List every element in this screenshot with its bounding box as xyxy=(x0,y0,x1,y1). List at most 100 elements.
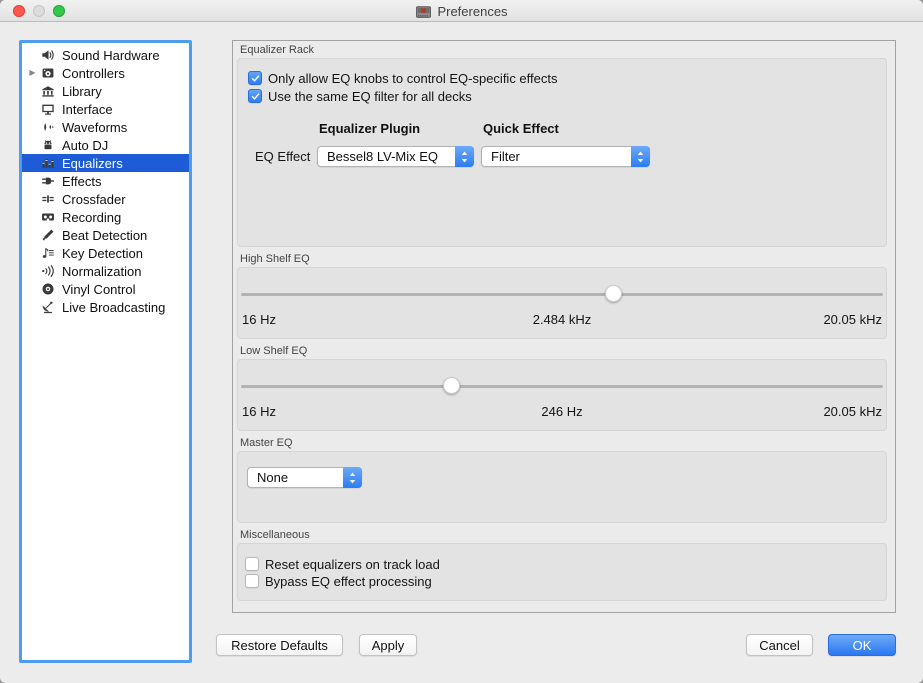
checkbox-row-reset-equalizers[interactable]: Reset equalizers on track load xyxy=(245,556,440,572)
close-button[interactable] xyxy=(13,5,25,17)
checkbox-label: Only allow EQ knobs to control EQ-specif… xyxy=(268,71,558,86)
checkbox-label: Use the same EQ filter for all decks xyxy=(268,89,472,104)
sidebar-item-beat-detection[interactable]: Beat Detection xyxy=(22,226,189,244)
equalizer-plugin-selected-value: Bessel8 LV-Mix EQ xyxy=(318,147,455,166)
sidebar-item-label: Crossfader xyxy=(62,192,126,207)
disclosure-triangle-icon[interactable]: ▶ xyxy=(25,64,40,82)
sidebar-item-interface[interactable]: Interface xyxy=(22,100,189,118)
checkbox-row-same-eq-filter[interactable]: Use the same EQ filter for all decks xyxy=(248,88,472,104)
section-title-master-eq: Master EQ xyxy=(240,437,895,449)
section-title-equalizer-rack: Equalizer Rack xyxy=(240,44,895,56)
sidebar-item-controllers[interactable]: ▶ Controllers xyxy=(22,64,189,82)
sidebar-item-label: Live Broadcasting xyxy=(62,300,165,315)
equalizer-icon xyxy=(40,155,56,171)
sidebar-item-recording[interactable]: Recording xyxy=(22,208,189,226)
robot-icon xyxy=(40,137,56,153)
chevron-up-down-icon xyxy=(343,467,362,488)
section-title-high-shelf-eq: High Shelf EQ xyxy=(240,253,895,265)
beat-pen-icon xyxy=(40,227,56,243)
checkbox-row-bypass-eq[interactable]: Bypass EQ effect processing xyxy=(245,573,432,589)
sidebar-item-label: Effects xyxy=(62,174,102,189)
sidebar-item-label: Interface xyxy=(62,102,113,117)
slider-track[interactable] xyxy=(241,293,883,296)
zoom-button[interactable] xyxy=(53,5,65,17)
eq-effect-row-label: EQ Effect xyxy=(255,149,310,164)
title-area: Preferences xyxy=(0,0,923,22)
restore-defaults-button[interactable]: Restore Defaults xyxy=(216,634,343,656)
slider-track[interactable] xyxy=(241,385,883,388)
traffic-lights xyxy=(13,5,65,17)
recording-icon xyxy=(40,209,56,225)
sidebar-item-label: Library xyxy=(62,84,102,99)
sidebar-item-key-detection[interactable]: Key Detection xyxy=(22,244,189,262)
slider-current-value-label: 2.484 kHz xyxy=(242,312,882,327)
high-shelf-eq-panel: 16 Hz 2.484 kHz 20.05 kHz xyxy=(237,267,887,339)
sidebar-item-label: Key Detection xyxy=(62,246,143,261)
eq-effect-row: EQ Effect Bessel8 LV-Mix EQ Filter xyxy=(238,146,886,167)
quick-effect-selected-value: Filter xyxy=(482,147,631,166)
sidebar-item-equalizers[interactable]: Equalizers xyxy=(22,154,189,172)
slider-current-value-label: 246 Hz xyxy=(242,404,882,419)
slider-handle[interactable] xyxy=(443,377,460,394)
sidebar-item-auto-dj[interactable]: Auto DJ xyxy=(22,136,189,154)
sidebar-item-effects[interactable]: Effects xyxy=(22,172,189,190)
sidebar-item-sound-hardware[interactable]: Sound Hardware xyxy=(22,46,189,64)
high-shelf-frequency-slider[interactable] xyxy=(241,284,883,304)
effects-plug-icon xyxy=(40,173,56,189)
slider-max-label: 20.05 kHz xyxy=(823,404,882,419)
titlebar[interactable]: Preferences xyxy=(0,0,923,22)
monitor-icon xyxy=(40,101,56,117)
sidebar-item-vinyl-control[interactable]: Vinyl Control xyxy=(22,280,189,298)
sound-waves-icon xyxy=(40,263,56,279)
sidebar-item-label: Normalization xyxy=(62,264,141,279)
slider-max-label: 20.05 kHz xyxy=(823,312,882,327)
master-eq-panel: None xyxy=(237,451,887,523)
sidebar-item-library[interactable]: Library xyxy=(22,82,189,100)
chevron-up-down-icon xyxy=(631,146,650,167)
speaker-icon xyxy=(40,47,56,63)
sidebar-item-label: Waveforms xyxy=(62,120,127,135)
ok-button[interactable]: OK xyxy=(828,634,896,656)
crossfader-icon xyxy=(40,191,56,207)
checkbox-icon[interactable] xyxy=(245,557,259,571)
checkbox-icon[interactable] xyxy=(248,71,262,85)
sidebar-item-crossfader[interactable]: Crossfader xyxy=(22,190,189,208)
quick-effect-select[interactable]: Filter xyxy=(481,146,650,167)
sidebar-item-label: Recording xyxy=(62,210,121,225)
checkbox-icon[interactable] xyxy=(245,574,259,588)
window-content: Sound Hardware ▶ Controllers Library Interfa… xyxy=(0,23,923,683)
preferences-category-list[interactable]: Sound Hardware ▶ Controllers Library Interfa… xyxy=(19,40,192,663)
sidebar-item-normalization[interactable]: Normalization xyxy=(22,262,189,280)
sidebar-item-label: Sound Hardware xyxy=(62,48,160,63)
master-eq-select[interactable]: None xyxy=(247,467,362,488)
checkbox-label: Bypass EQ effect processing xyxy=(265,574,432,589)
slider-labels: 16 Hz 2.484 kHz 20.05 kHz xyxy=(242,312,882,328)
checkbox-label: Reset equalizers on track load xyxy=(265,557,440,572)
section-title-miscellaneous: Miscellaneous xyxy=(240,529,895,541)
checkbox-row-only-eq-knobs[interactable]: Only allow EQ knobs to control EQ-specif… xyxy=(248,70,558,86)
column-header-equalizer-plugin: Equalizer Plugin xyxy=(319,121,420,136)
low-shelf-eq-panel: 16 Hz 246 Hz 20.05 kHz xyxy=(237,359,887,431)
sidebar-item-waveforms[interactable]: Waveforms xyxy=(22,118,189,136)
low-shelf-frequency-slider[interactable] xyxy=(241,376,883,396)
miscellaneous-panel: Reset equalizers on track load Bypass EQ… xyxy=(237,543,887,601)
equalizer-plugin-select[interactable]: Bessel8 LV-Mix EQ xyxy=(317,146,474,167)
sidebar-item-label: Vinyl Control xyxy=(62,282,135,297)
slider-handle[interactable] xyxy=(605,285,622,302)
sidebar-item-label: Beat Detection xyxy=(62,228,147,243)
section-title-low-shelf-eq: Low Shelf EQ xyxy=(240,345,895,357)
checkbox-icon[interactable] xyxy=(248,89,262,103)
library-icon xyxy=(40,83,56,99)
sidebar-item-label: Controllers xyxy=(62,66,125,81)
slider-labels: 16 Hz 246 Hz 20.05 kHz xyxy=(242,404,882,420)
master-eq-selected-value: None xyxy=(248,468,343,487)
cancel-button[interactable]: Cancel xyxy=(746,634,813,656)
column-header-quick-effect: Quick Effect xyxy=(483,121,559,136)
apply-button[interactable]: Apply xyxy=(359,634,417,656)
waveform-icon xyxy=(40,119,56,135)
equalizers-preferences-pane: Equalizer Rack Only allow EQ knobs to co… xyxy=(232,40,896,613)
sidebar-item-live-broadcasting[interactable]: Live Broadcasting xyxy=(22,298,189,316)
satellite-icon xyxy=(40,299,56,315)
chevron-up-down-icon xyxy=(455,146,474,167)
window-title: Preferences xyxy=(437,4,507,19)
